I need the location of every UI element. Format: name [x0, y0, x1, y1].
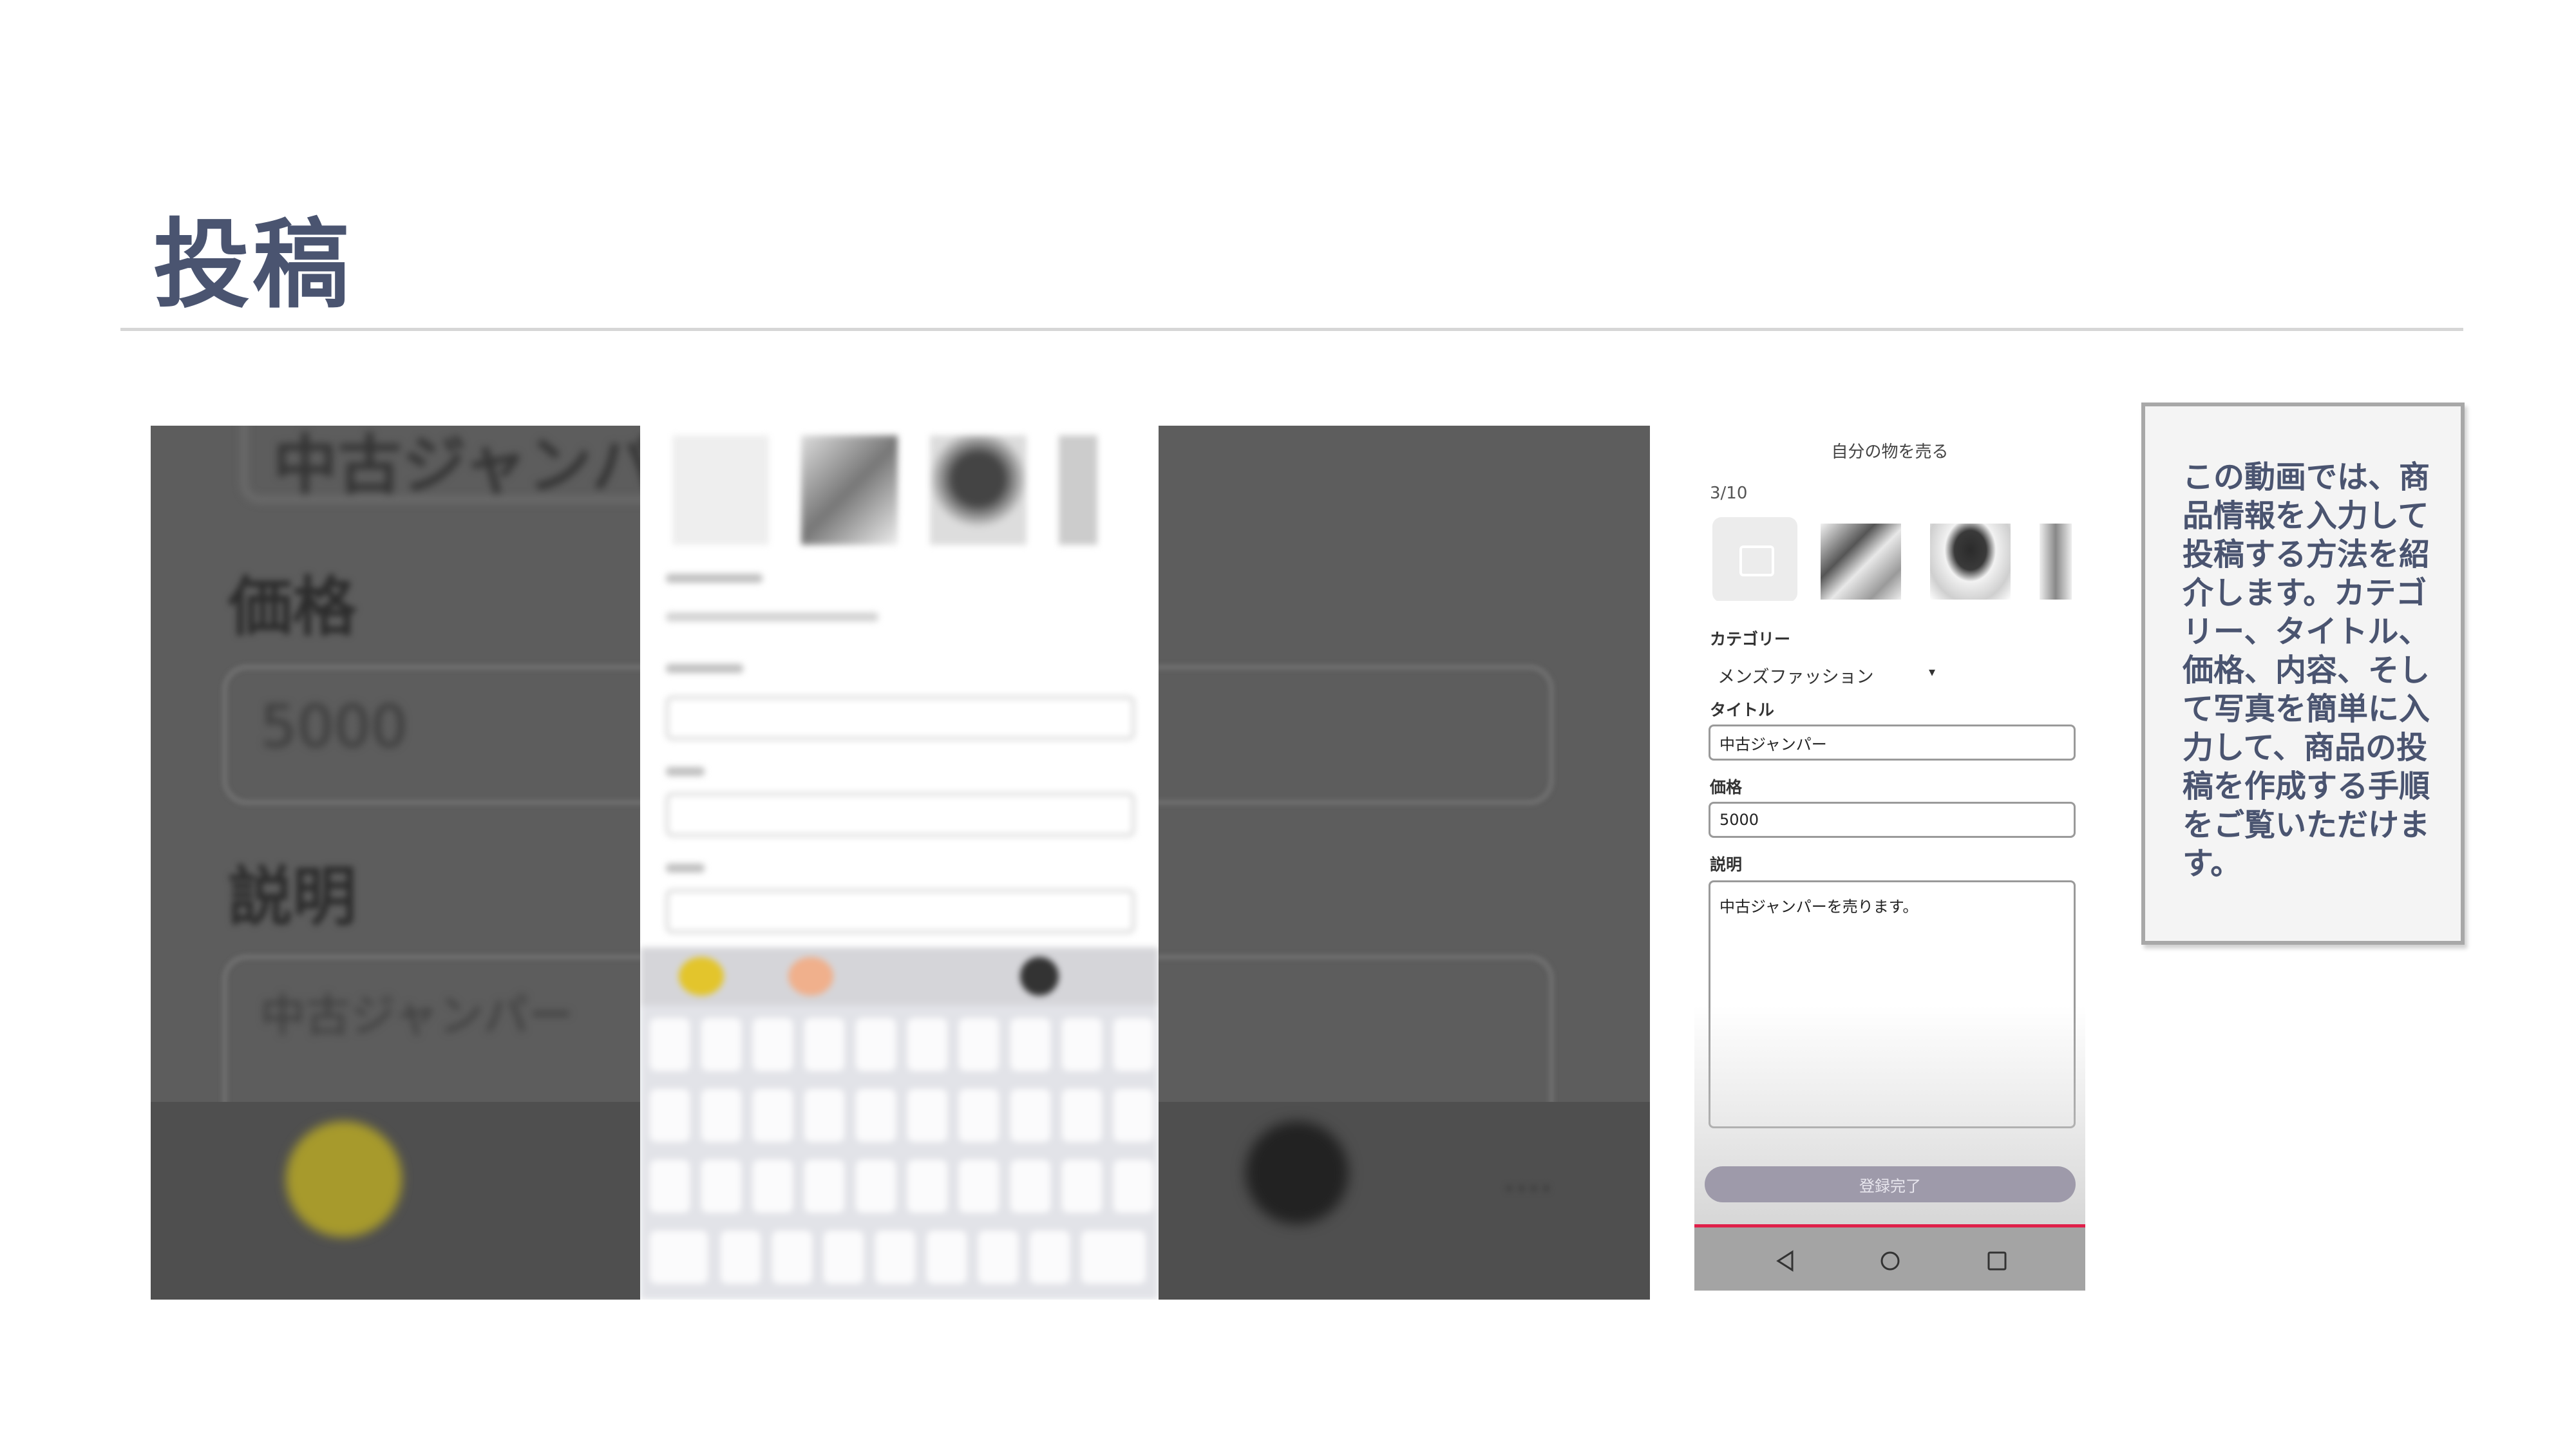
description-label: 説明 — [1710, 855, 1743, 874]
title-input[interactable] — [1709, 724, 2076, 761]
back-icon[interactable] — [1772, 1247, 1800, 1275]
key — [701, 1018, 741, 1071]
video-bg-right-text: ···· — [1503, 1166, 1553, 1211]
key — [1010, 1018, 1050, 1071]
key — [753, 1160, 793, 1213]
blurred-settings-key — [1020, 957, 1059, 996]
key — [907, 1160, 947, 1213]
blurred-phone-overlay — [640, 426, 1159, 1300]
key — [856, 1018, 896, 1071]
key — [856, 1160, 896, 1213]
blurred-sticker-key — [788, 957, 833, 996]
video-bg-description-label: 説明 — [228, 859, 357, 934]
blurred-select — [666, 612, 878, 621]
blurred-thumb-2 — [930, 435, 1027, 545]
blurred-field — [666, 793, 1135, 837]
home-icon[interactable] — [1876, 1247, 1904, 1275]
blurred-label — [666, 767, 705, 776]
description-card: この動画では、商品情報を入力して投稿する方法を紹介します。カテゴリー、タイトル、… — [2141, 402, 2465, 945]
key — [1010, 1089, 1050, 1142]
camera-icon — [1739, 545, 1774, 576]
key — [1081, 1231, 1146, 1283]
key — [772, 1231, 812, 1283]
key — [804, 1089, 844, 1142]
screen-title: 自分の物を売る — [1831, 442, 1949, 462]
key — [721, 1231, 761, 1283]
key — [959, 1089, 999, 1142]
blurred-thumb-1 — [801, 435, 898, 545]
submit-button[interactable]: 登録完了 — [1705, 1166, 2076, 1202]
slide-title: 投稿 — [153, 209, 352, 321]
key — [824, 1231, 864, 1283]
chevron-down-icon[interactable]: ▾ — [1929, 664, 1935, 679]
price-label: 価格 — [1710, 778, 1743, 797]
title-label: タイトル — [1710, 701, 1775, 719]
description-text: この動画では、商品情報を入力して投稿する方法を紹介します。カテゴリー、タイトル、… — [2183, 459, 2430, 882]
video-bg-description-value: 中古ジャンパー — [260, 989, 574, 1042]
blurred-add-photo — [672, 435, 769, 545]
key — [875, 1231, 915, 1283]
key — [1062, 1018, 1102, 1071]
blurred-field — [666, 889, 1135, 933]
android-nav-bar — [1694, 1227, 2085, 1291]
photo-count: 3/10 — [1710, 484, 1748, 503]
photo-thumbnail-3[interactable] — [2040, 524, 2072, 600]
price-input[interactable] — [1709, 802, 2076, 838]
recents-icon[interactable] — [1983, 1247, 2011, 1275]
key — [650, 1018, 690, 1071]
video-bg-price-value: 5000 — [260, 693, 408, 761]
category-label: カテゴリー — [1710, 630, 1791, 649]
blurred-thumb-3 — [1059, 435, 1097, 545]
add-photo-button[interactable] — [1712, 517, 1797, 601]
gear-icon — [1245, 1121, 1349, 1224]
key — [650, 1089, 690, 1142]
key — [1030, 1231, 1070, 1283]
blurred-field — [666, 696, 1135, 740]
key — [1062, 1089, 1102, 1142]
key — [856, 1089, 896, 1142]
key — [753, 1018, 793, 1071]
photo-thumbnail-2[interactable] — [1930, 524, 2011, 600]
blurred-label — [666, 664, 743, 673]
key — [1113, 1018, 1153, 1071]
key — [907, 1018, 947, 1071]
key — [804, 1160, 844, 1213]
key — [978, 1231, 1018, 1283]
blurred-label — [666, 574, 762, 583]
photo-strip[interactable] — [1712, 517, 2079, 601]
blurred-emoji-key — [679, 957, 724, 996]
key — [959, 1018, 999, 1071]
key — [959, 1160, 999, 1213]
key — [701, 1160, 741, 1213]
key — [927, 1231, 967, 1283]
key — [650, 1231, 708, 1283]
video-frame[interactable]: 中古ジャンパ 価格 5000 説明 中古ジャンパー ···· — [151, 426, 1650, 1300]
category-select[interactable]: メンズファッション — [1718, 663, 1873, 688]
key — [1010, 1160, 1050, 1213]
photo-thumbnail-1[interactable] — [1821, 524, 1901, 600]
title-divider — [120, 328, 2463, 331]
key — [701, 1089, 741, 1142]
key — [804, 1018, 844, 1071]
key — [650, 1160, 690, 1213]
key — [907, 1089, 947, 1142]
key — [753, 1089, 793, 1142]
video-bg-price-label: 価格 — [228, 569, 357, 645]
phone-screenshot: 自分の物を売る 3/10 カテゴリー メンズファッション ▾ タイトル 価格 説… — [1694, 426, 2085, 1291]
blurred-label — [666, 864, 705, 873]
description-textarea[interactable]: 中古ジャンパーを売ります。 — [1709, 880, 2076, 1128]
emoji-icon — [286, 1121, 402, 1237]
key — [1113, 1089, 1153, 1142]
key — [1062, 1160, 1102, 1213]
key — [1113, 1160, 1153, 1213]
